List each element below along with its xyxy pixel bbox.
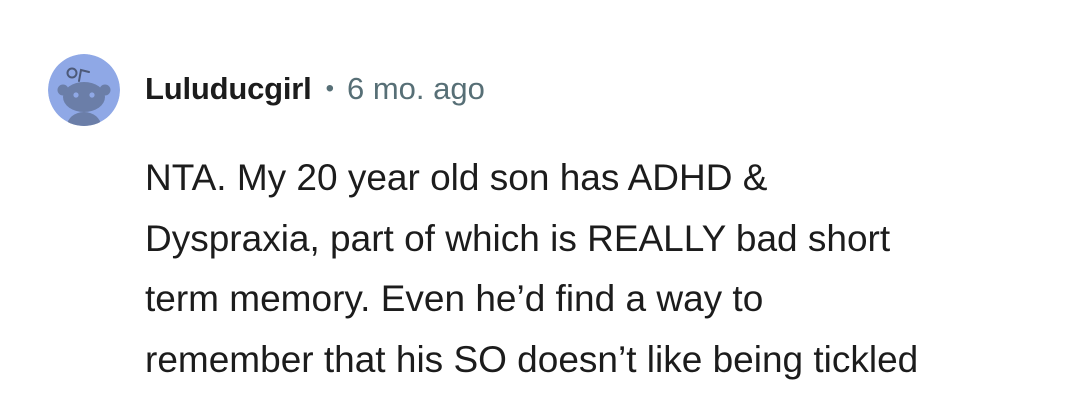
- comment-body-line: NTA. My 20 year old son has ADHD &: [145, 157, 768, 198]
- username-link[interactable]: Luluducgirl: [145, 71, 312, 107]
- comment-body-line: Dyspraxia, part of which is REALLY bad s…: [145, 217, 891, 259]
- comment-timestamp[interactable]: 6 mo. ago: [347, 71, 485, 107]
- comment-body-line: term memory. Even he’d find a way to: [145, 278, 764, 319]
- meta-separator: •: [325, 75, 334, 102]
- snoo-avatar-icon: [48, 54, 120, 126]
- comment-body: NTA. My 20 year old son has ADHD & Dyspr…: [145, 148, 1045, 390]
- comment: Luluducgirl • 6 mo. ago NTA. My 20 year …: [0, 0, 1080, 412]
- comment-body-line: remember that his SO doesn’t like being …: [145, 338, 919, 380]
- user-avatar[interactable]: [48, 54, 120, 126]
- comment-header: Luluducgirl • 6 mo. ago: [145, 67, 485, 111]
